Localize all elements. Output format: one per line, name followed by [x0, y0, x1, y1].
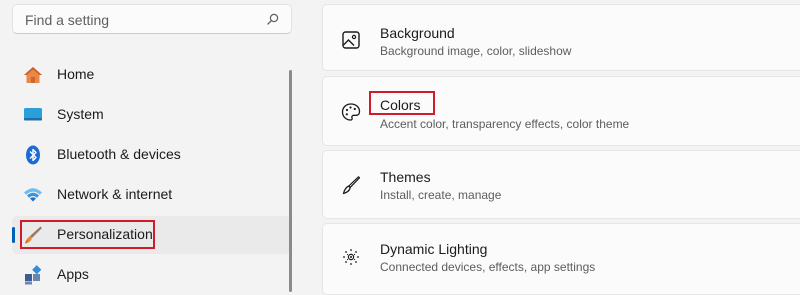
- card-title: Colors: [380, 97, 421, 113]
- sidebar-item-network[interactable]: Network & internet: [12, 176, 290, 214]
- sidebar-scrollbar[interactable]: [289, 70, 292, 292]
- search-icon[interactable]: [267, 13, 279, 25]
- search-input[interactable]: [23, 10, 257, 30]
- sidebar-item-personalization[interactable]: Personalization: [12, 216, 290, 254]
- display-icon: [24, 108, 42, 121]
- card-description: Accent color, transparency effects, colo…: [380, 117, 630, 131]
- sidebar-item-bluetooth[interactable]: Bluetooth & devices: [12, 136, 290, 174]
- sidebar-item-label: Bluetooth & devices: [57, 146, 181, 162]
- sidebar-item-apps[interactable]: Apps: [12, 256, 290, 294]
- sidebar-item-system[interactable]: System: [12, 96, 290, 134]
- apps-icon: [25, 265, 42, 285]
- sidebar-item-label: Network & internet: [57, 186, 173, 202]
- card-description: Background image, color, slideshow: [380, 44, 572, 58]
- card-themes[interactable]: Themes Install, create, manage: [322, 150, 800, 219]
- sidebar-item-home[interactable]: Home: [12, 56, 290, 94]
- wifi-icon: [24, 188, 42, 202]
- brush-outline-icon: [342, 176, 361, 195]
- palette-icon: [341, 103, 361, 121]
- home-icon: [24, 67, 42, 83]
- brush-icon: [25, 226, 42, 244]
- sidebar-item-label: Personalization: [57, 226, 153, 242]
- sidebar-item-label: System: [57, 106, 104, 122]
- sidebar-item-label: Apps: [57, 266, 89, 282]
- card-description: Install, create, manage: [380, 188, 502, 202]
- bluetooth-icon: [26, 145, 40, 165]
- card-description: Connected devices, effects, app settings: [380, 260, 596, 274]
- selection-indicator: [12, 227, 15, 243]
- sidebar-item-label: Home: [57, 66, 95, 82]
- card-colors[interactable]: Colors Accent color, transparency effect…: [322, 76, 800, 146]
- card-dynamic-lighting[interactable]: Dynamic Lighting Connected devices, effe…: [322, 223, 800, 295]
- card-title: Dynamic Lighting: [380, 241, 488, 257]
- card-background[interactable]: Background Background image, color, slid…: [322, 4, 800, 71]
- image-icon: [342, 31, 360, 49]
- lighting-icon: [343, 249, 359, 265]
- card-title: Themes: [380, 169, 431, 185]
- search-box[interactable]: [12, 4, 292, 34]
- card-title: Background: [380, 25, 455, 41]
